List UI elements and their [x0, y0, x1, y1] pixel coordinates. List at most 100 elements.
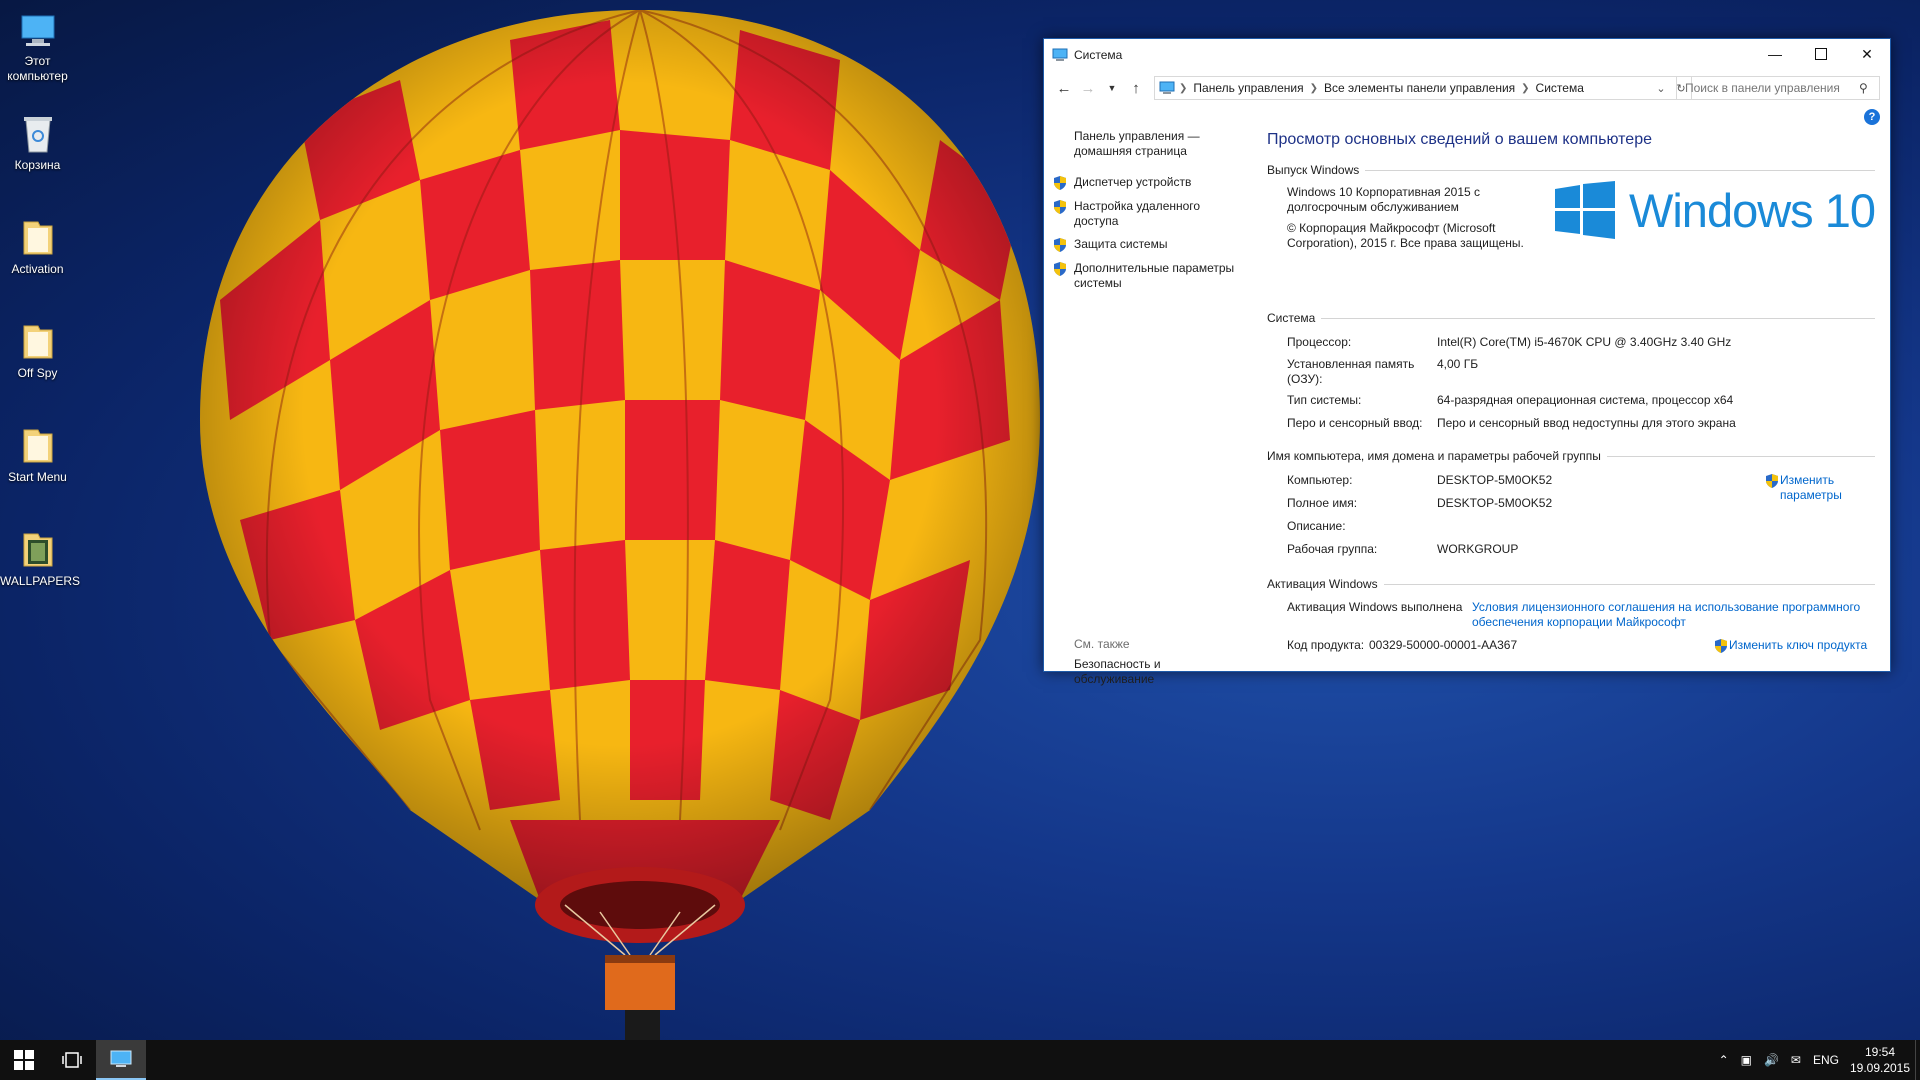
- advanced-system-settings-link[interactable]: Дополнительные параметры системы: [1052, 261, 1249, 291]
- section-title: Выпуск Windows: [1267, 163, 1360, 177]
- back-button[interactable]: ←: [1052, 76, 1076, 100]
- link-label: Диспетчер устройств: [1074, 175, 1192, 189]
- up-arrow-icon: ↑: [1132, 79, 1140, 97]
- up-button[interactable]: ↑: [1124, 76, 1148, 100]
- volume-icon[interactable]: 🔊: [1764, 1053, 1779, 1067]
- clock[interactable]: 19:54 19.09.2015: [1845, 1044, 1915, 1076]
- forward-button[interactable]: →: [1076, 76, 1100, 100]
- clock-time: 19:54: [1864, 1045, 1896, 1059]
- memory-value: 4,00 ГБ: [1437, 357, 1479, 371]
- show-hidden-icons-icon[interactable]: ⌃: [1719, 1053, 1729, 1067]
- windows-start-icon: [14, 1050, 34, 1070]
- system-protection-link[interactable]: Защита системы: [1052, 237, 1244, 253]
- system-icon: [1052, 48, 1068, 61]
- chevron-down-icon: ▼: [1107, 83, 1117, 93]
- activation-status: Активация Windows выполнена: [1287, 600, 1463, 614]
- start-menu-folder-icon[interactable]: Start Menu: [0, 424, 75, 485]
- folder-icon: [23, 429, 52, 463]
- breadcrumb-control-panel[interactable]: Панель управления: [1193, 81, 1303, 95]
- shield-icon: [1054, 238, 1066, 252]
- workgroup-label: Рабочая группа:: [1287, 542, 1378, 556]
- search-box[interactable]: ⚲: [1676, 76, 1880, 100]
- title-bar[interactable]: Система — ✕: [1044, 39, 1890, 71]
- desktop-icon-label: Start Menu: [8, 470, 67, 484]
- maximize-icon: [1815, 48, 1827, 60]
- change-product-key-link[interactable]: Изменить ключ продукта: [1713, 638, 1867, 654]
- folder-icon: [23, 221, 52, 255]
- off-spy-folder-icon[interactable]: Off Spy: [0, 320, 75, 381]
- control-panel-icon: [1159, 81, 1175, 94]
- pen-touch-value: Перо и сенсорный ввод недоступны для это…: [1437, 416, 1736, 430]
- close-icon: ✕: [1861, 45, 1873, 62]
- activation-section: Активация Windows: [1267, 577, 1875, 591]
- pen-touch-label: Перо и сенсорный ввод:: [1287, 416, 1423, 430]
- task-view-icon: [62, 1052, 82, 1068]
- shield-icon: [1054, 176, 1066, 190]
- input-language[interactable]: ENG: [1813, 1053, 1839, 1067]
- change-settings-label: Изменить параметры: [1780, 473, 1842, 502]
- license-terms-link[interactable]: Условия лицензионного соглашения на испо…: [1472, 600, 1872, 630]
- action-center-icon[interactable]: ✉: [1791, 1053, 1801, 1067]
- device-manager-link[interactable]: Диспетчер устройств: [1052, 175, 1244, 191]
- search-icon[interactable]: ⚲: [1859, 81, 1879, 95]
- processor-label: Процессор:: [1287, 335, 1352, 349]
- network-icon[interactable]: ▣: [1741, 1053, 1752, 1067]
- activation-folder-icon[interactable]: Activation: [0, 216, 75, 277]
- folder-icon: [23, 325, 52, 359]
- taskbar: ⌃ ▣ 🔊 ✉ ENG 19:54 19.09.2015: [0, 1040, 1920, 1080]
- wallpaper-balloon: [180, 0, 1060, 1040]
- copyright-text: © Корпорация Майкрософт (Microsoft Corpo…: [1287, 221, 1524, 250]
- breadcrumb-all-items[interactable]: Все элементы панели управления: [1324, 81, 1515, 95]
- recycle-bin-icon: [23, 117, 52, 153]
- maximize-button[interactable]: [1798, 39, 1844, 69]
- see-also-heading: См. также: [1074, 637, 1130, 651]
- change-settings-link[interactable]: Изменить параметры: [1764, 473, 1850, 503]
- breadcrumb-system[interactable]: Система: [1536, 81, 1584, 95]
- recycle-bin-desktop-icon[interactable]: Корзина: [0, 112, 75, 173]
- change-product-key-label: Изменить ключ продукта: [1729, 638, 1868, 652]
- computer-label: Компьютер:: [1287, 473, 1353, 487]
- link-label: Защита системы: [1074, 237, 1168, 251]
- remote-settings-link[interactable]: Настройка удаленного доступа: [1052, 199, 1214, 229]
- wallpapers-folder-icon[interactable]: WALLPAPERS: [0, 528, 80, 589]
- shield-icon: [1766, 474, 1778, 488]
- system-section: Система: [1267, 311, 1875, 325]
- taskbar-system-window[interactable]: [96, 1040, 146, 1080]
- help-button[interactable]: ?: [1864, 109, 1880, 125]
- section-title: Активация Windows: [1267, 577, 1378, 591]
- section-title: Система: [1267, 311, 1316, 325]
- windows-logo-icon: [1555, 181, 1615, 239]
- desktop-icon-label: Этот компьютер: [7, 54, 68, 83]
- recent-locations-button[interactable]: ▼: [1100, 76, 1124, 100]
- control-panel-home-link[interactable]: Панель управления — домашняя страница: [1074, 129, 1224, 159]
- desktop-icon-label: Корзина: [14, 158, 61, 172]
- system-window: Система — ✕ ← → ▼ ↑ ❯ Панель управления …: [1043, 38, 1891, 686]
- section-divider: [1383, 583, 1875, 585]
- minimize-button[interactable]: —: [1752, 39, 1798, 69]
- system-icon: [110, 1050, 132, 1067]
- description-label: Описание:: [1287, 519, 1346, 533]
- start-button[interactable]: [0, 1040, 48, 1080]
- shield-icon: [1715, 639, 1727, 653]
- computer-icon: [21, 15, 54, 46]
- address-toolbar: ← → ▼ ↑ ❯ Панель управления ❯ Все элемен…: [1044, 71, 1890, 105]
- section-divider: [1606, 455, 1875, 457]
- windows-10-text: Windows 10: [1629, 183, 1876, 237]
- close-button[interactable]: ✕: [1844, 39, 1890, 69]
- workgroup-value: WORKGROUP: [1437, 542, 1519, 556]
- memory-label: Установленная память (ОЗУ):: [1287, 357, 1415, 386]
- windows-10-logo: Windows 10: [1555, 181, 1876, 239]
- clock-date: 19.09.2015: [1849, 1061, 1911, 1075]
- product-key-label: Код продукта:: [1287, 638, 1365, 652]
- windows-edition-section: Выпуск Windows: [1267, 163, 1875, 177]
- search-input[interactable]: [1677, 80, 1859, 96]
- show-desktop-button[interactable]: [1915, 1040, 1920, 1080]
- this-pc-desktop-icon[interactable]: Этот компьютер: [0, 10, 75, 84]
- section-divider: [1365, 169, 1875, 171]
- computer-name-section: Имя компьютера, имя домена и параметры р…: [1267, 449, 1875, 463]
- address-dropdown-icon[interactable]: ⌄: [1651, 77, 1671, 99]
- security-maintenance-link[interactable]: Безопасность и обслуживание: [1074, 657, 1194, 687]
- address-bar[interactable]: ❯ Панель управления ❯ Все элементы панел…: [1154, 76, 1692, 100]
- task-view-button[interactable]: [48, 1040, 96, 1080]
- system-type-value: 64-разрядная операционная система, проце…: [1437, 393, 1734, 407]
